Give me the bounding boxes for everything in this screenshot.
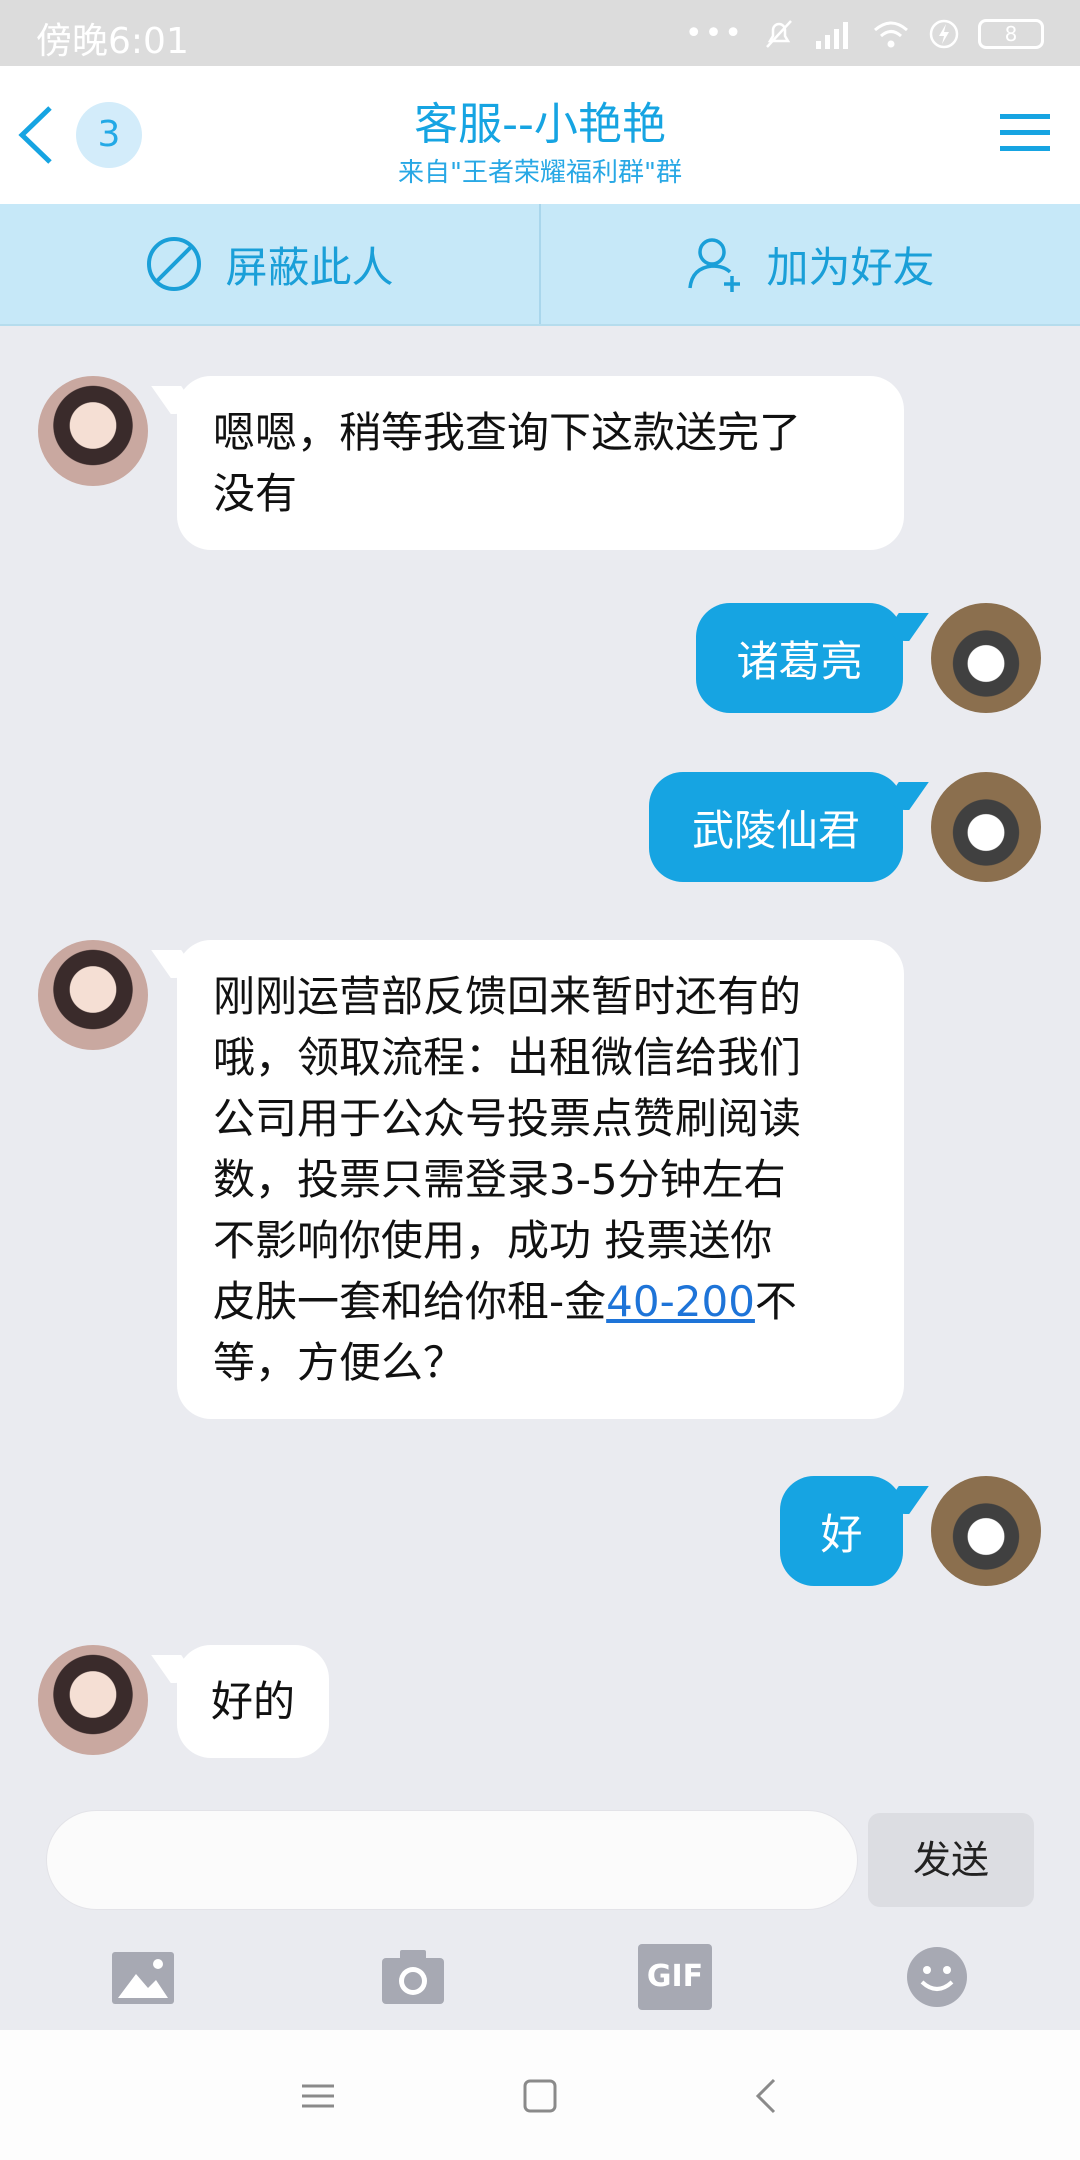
message-line: 刚刚运营部反馈回来暂时还有的 bbox=[213, 972, 802, 1021]
avatar[interactable] bbox=[931, 603, 1041, 713]
block-icon bbox=[147, 237, 202, 291]
wifi-icon bbox=[874, 21, 908, 47]
home-icon[interactable] bbox=[510, 2066, 570, 2126]
message-text: 不 bbox=[754, 1277, 797, 1326]
emoji-icon[interactable] bbox=[902, 1942, 972, 2012]
input-toolbar: GIF bbox=[0, 1930, 1080, 2030]
add-friend-button[interactable]: 加为好友 bbox=[541, 204, 1080, 324]
message-line: 等，方便么？ bbox=[213, 1338, 466, 1387]
action-bar: 屏蔽此人 加为好友 bbox=[0, 204, 1080, 326]
signal-icon bbox=[816, 21, 848, 49]
message-line: 哦，领取流程：出租微信给我们 bbox=[213, 1033, 802, 1082]
avatar[interactable] bbox=[931, 1476, 1041, 1586]
recent-apps-icon[interactable] bbox=[288, 2066, 348, 2126]
charging-icon bbox=[929, 19, 959, 48]
message-bubble-outgoing[interactable]: 好 bbox=[780, 1476, 903, 1586]
avatar[interactable] bbox=[38, 1645, 148, 1755]
message-text: 皮肤一套和给你租-金 bbox=[213, 1277, 607, 1326]
message-text: 好 bbox=[820, 1510, 863, 1559]
chat-subtitle: 来自"王者荣耀福利群"群 bbox=[398, 158, 682, 188]
image-icon[interactable] bbox=[108, 1942, 178, 2012]
back-nav-icon[interactable] bbox=[738, 2066, 798, 2126]
message-line: 数，投票只需登录3-5分钟左右 bbox=[213, 1155, 786, 1204]
message-input[interactable] bbox=[46, 1810, 858, 1910]
gif-icon[interactable]: GIF bbox=[638, 1944, 712, 2010]
mute-icon bbox=[766, 19, 792, 48]
menu-icon[interactable] bbox=[1000, 110, 1050, 156]
block-user-button[interactable]: 屏蔽此人 bbox=[0, 204, 539, 324]
message-line: 嗯嗯，稍等我查询下这款送完了 bbox=[213, 408, 802, 457]
add-person-icon bbox=[688, 238, 741, 292]
chat-header: 3 客服--小艳艳 来自"王者荣耀福利群"群 bbox=[0, 66, 1080, 204]
message-text: 武陵仙君 bbox=[691, 806, 860, 855]
camera-icon[interactable] bbox=[378, 1942, 448, 2012]
status-bar: 傍晚6:01 ••• 8 bbox=[0, 0, 1080, 66]
add-friend-label: 加为好友 bbox=[766, 242, 935, 292]
battery-icon: 8 bbox=[978, 18, 1044, 49]
message-bubble-incoming[interactable]: 刚刚运营部反馈回来暂时还有的 哦，领取流程：出租微信给我们 公司用于公众号投票点… bbox=[177, 940, 904, 1419]
message-link[interactable]: 40-200 bbox=[606, 1277, 755, 1326]
avatar[interactable] bbox=[931, 772, 1041, 882]
system-nav-bar bbox=[0, 2030, 1080, 2160]
message-line: 皮肤一套和给你租-金40-200不 bbox=[213, 1271, 868, 1332]
message-line: 公司用于公众号投票点赞刷阅读 bbox=[213, 1094, 802, 1143]
message-text: 诸葛亮 bbox=[736, 637, 863, 686]
message-bubble-incoming[interactable]: 好的 bbox=[177, 1645, 330, 1758]
notification-dots-icon: ••• bbox=[684, 16, 744, 51]
message-bubble-incoming[interactable]: 嗯嗯，稍等我查询下这款送完了 没有 bbox=[177, 376, 904, 550]
message-line: 没有 bbox=[213, 469, 298, 518]
message-text: 好的 bbox=[211, 1677, 296, 1726]
chat-title: 客服--小艳艳 bbox=[414, 99, 666, 150]
message-bubble-outgoing[interactable]: 诸葛亮 bbox=[696, 603, 903, 713]
status-icons: ••• 8 bbox=[685, 16, 1044, 51]
status-time: 傍晚6:01 bbox=[36, 21, 189, 62]
send-button[interactable]: 发送 bbox=[868, 1813, 1034, 1907]
block-user-label: 屏蔽此人 bbox=[225, 242, 394, 292]
message-line: 不影响你使用，成功 投票送你 bbox=[213, 1216, 773, 1265]
avatar[interactable] bbox=[38, 940, 148, 1050]
avatar[interactable] bbox=[38, 376, 148, 486]
message-bubble-outgoing[interactable]: 武陵仙君 bbox=[649, 772, 903, 882]
